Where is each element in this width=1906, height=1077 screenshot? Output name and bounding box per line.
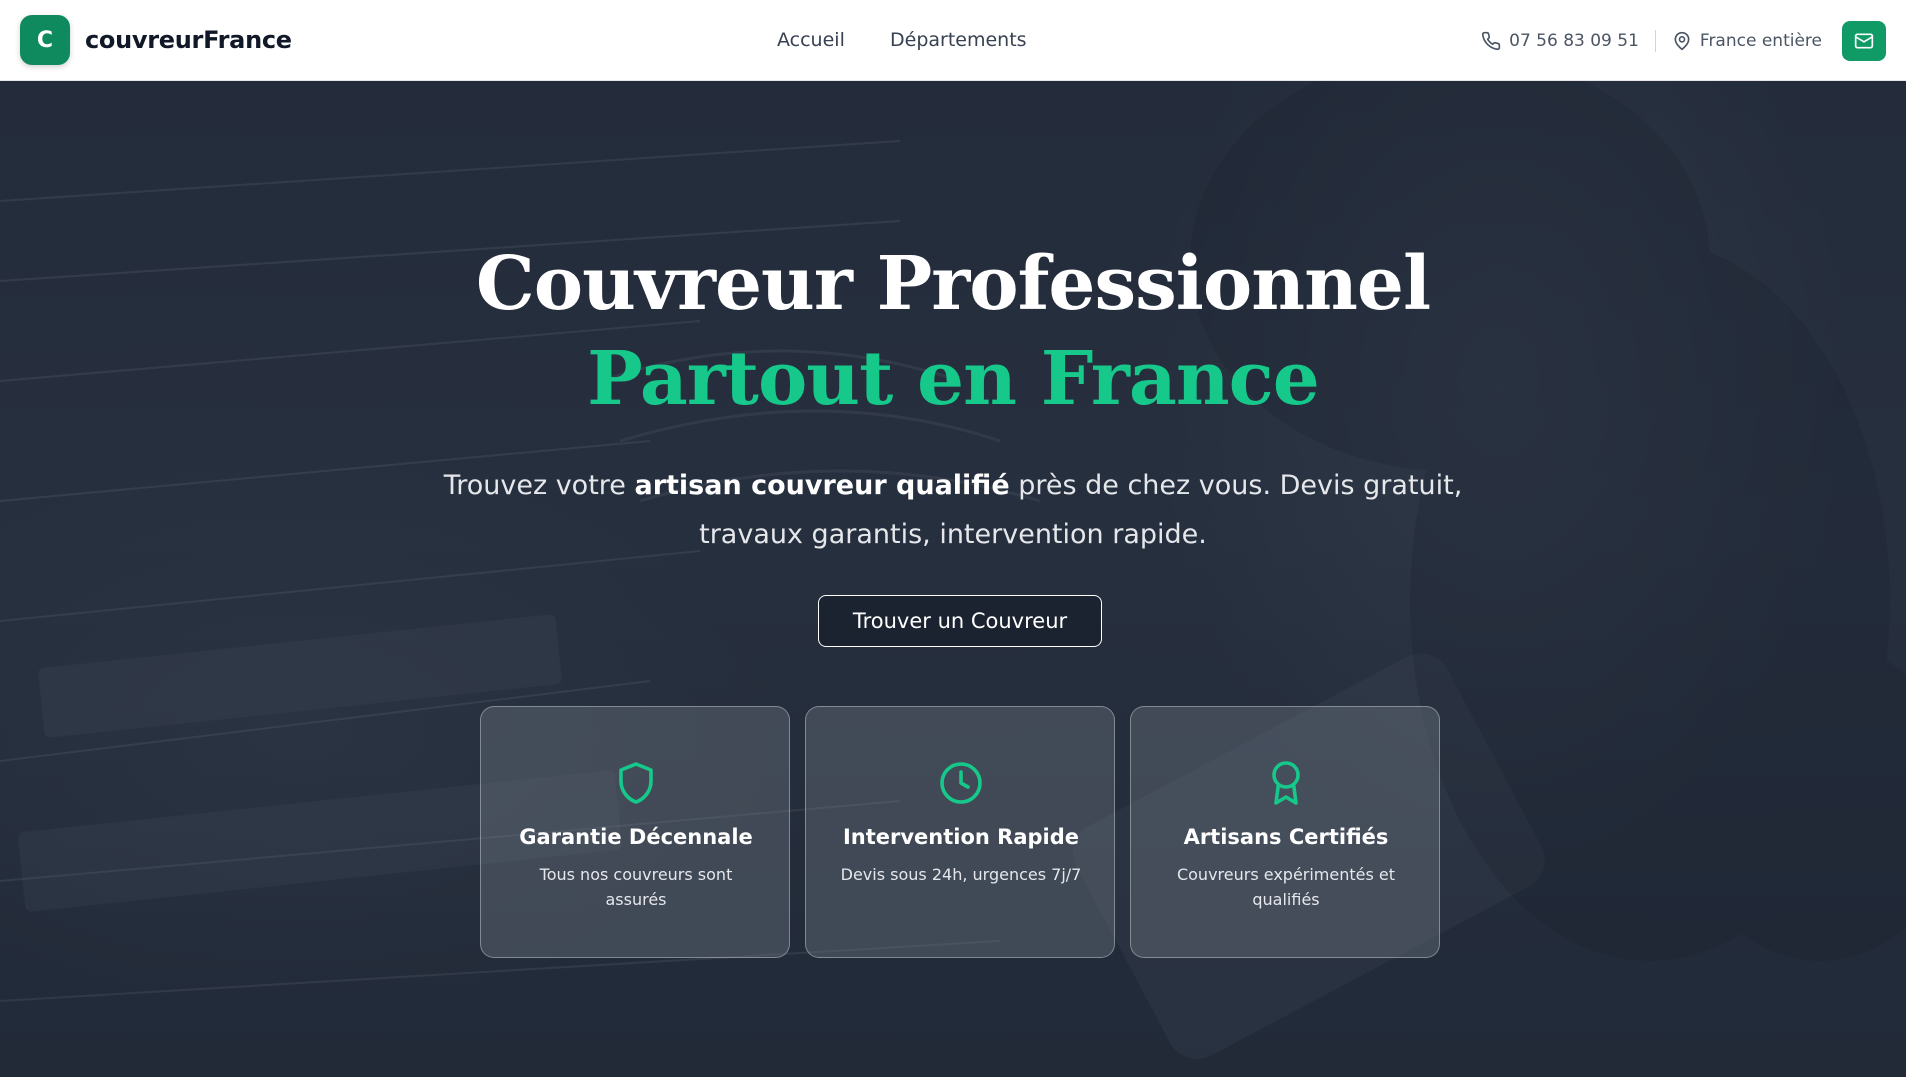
feature-title: Intervention Rapide: [842, 825, 1080, 849]
hero-subtitle: Trouvez votre artisan couvreur qualifié …: [403, 461, 1503, 559]
nav-item-departements[interactable]: Départements: [890, 29, 1027, 51]
header-contact: 07 56 83 09 51 France entière: [1481, 20, 1886, 62]
hero-title-highlight: Partout en France: [587, 336, 1320, 422]
feature-card-rapid: Intervention Rapide Devis sous 24h, urge…: [805, 706, 1115, 958]
contact-divider: [1654, 30, 1656, 52]
hero-subtitle-bold: artisan couvreur qualifié: [634, 470, 1010, 501]
mail-icon: [1854, 33, 1874, 49]
location-label: France entière: [1699, 31, 1822, 51]
clock-icon: [940, 762, 982, 804]
feature-description: Devis sous 24h, urgences 7j/7: [840, 865, 1082, 884]
feature-card-certified: Artisans Certifiés Couvreurs expérimenté…: [1130, 706, 1440, 958]
site-header: C couvreurFrance Accueil Départements 07…: [0, 0, 1906, 81]
phone-icon: [1482, 31, 1501, 51]
feature-title: Garantie Décennale: [519, 825, 753, 849]
feature-title: Artisans Certifiés: [1183, 825, 1389, 849]
brand-name: couvreurFrance: [85, 26, 292, 54]
nav-item-accueil[interactable]: Accueil: [777, 29, 845, 51]
mail-button[interactable]: [1842, 21, 1886, 61]
feature-card-guarantee: Garantie Décennale Tous nos couvreurs so…: [480, 706, 790, 958]
feature-description: Couvreurs expérimentés et qualifiés: [1176, 865, 1396, 909]
map-pin-icon: [1674, 31, 1690, 51]
hero-section: Couvreur Professionnel Partout en France…: [0, 81, 1906, 1077]
phone-link[interactable]: 07 56 83 09 51: [1481, 31, 1639, 51]
hero-content: Couvreur Professionnel Partout en France…: [0, 81, 1906, 1077]
phone-number: 07 56 83 09 51: [1509, 31, 1639, 51]
location-info: France entière: [1672, 31, 1822, 51]
award-icon: [1272, 761, 1300, 805]
find-roofer-button[interactable]: Trouver un Couvreur: [818, 595, 1102, 647]
logo-badge: C: [20, 15, 70, 65]
hero-title: Couvreur Professionnel: [475, 241, 1431, 327]
shield-icon: [619, 762, 653, 804]
hero-subtitle-part1: Trouvez votre: [443, 470, 635, 501]
brand-logo-link[interactable]: C couvreurFrance: [20, 15, 292, 65]
feature-description: Tous nos couvreurs sont assurés: [539, 865, 733, 909]
